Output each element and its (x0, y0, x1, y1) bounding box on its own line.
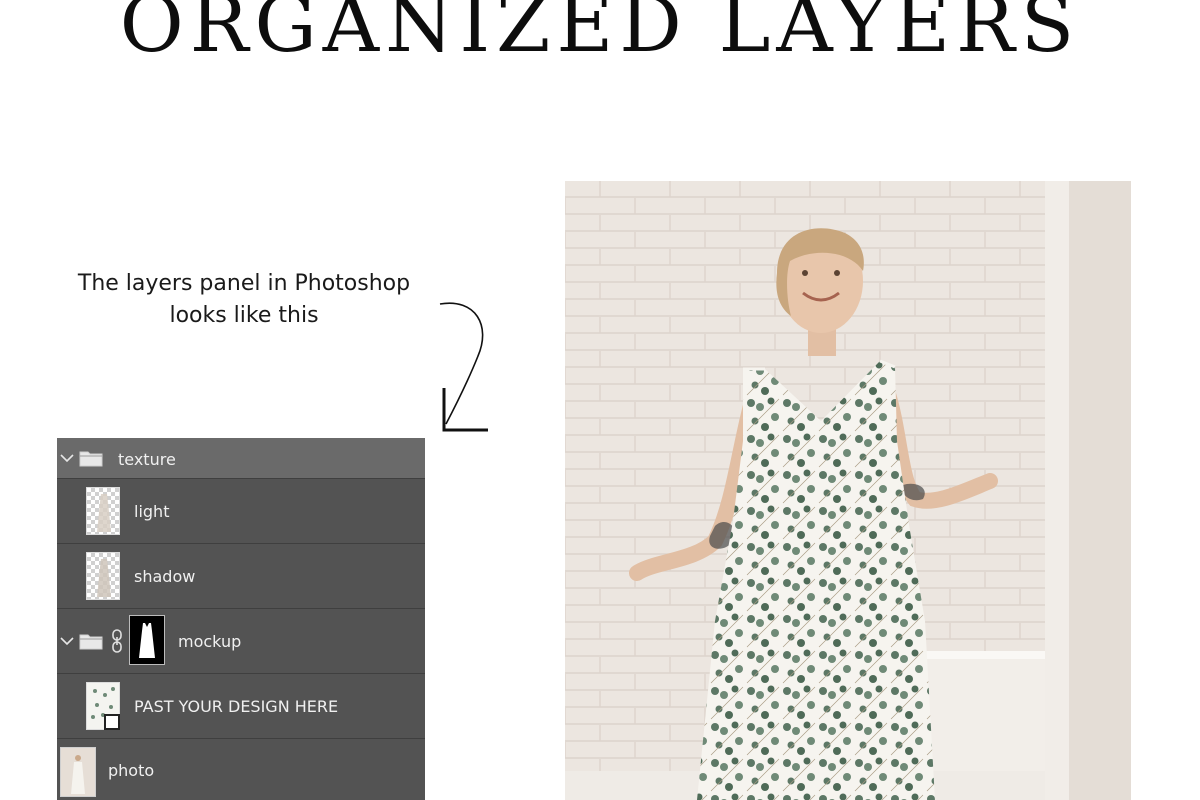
dress-thumbnail (86, 487, 120, 535)
layer-photo[interactable]: photo (57, 739, 425, 800)
mockup-photo (565, 181, 1131, 800)
layer-group-texture[interactable]: texture (57, 438, 425, 479)
layer-label: mockup (178, 632, 242, 651)
dress-thumbnail (86, 552, 120, 600)
page-title: ORGANIZED LAYERS (119, 0, 1081, 70)
layer-label: shadow (134, 567, 196, 586)
layer-label: photo (108, 761, 155, 780)
folder-icon (79, 634, 103, 650)
chevron-down-icon[interactable] (60, 453, 74, 463)
caption: The layers panel in Photoshop looks like… (44, 268, 444, 332)
curved-arrow-icon (439, 302, 488, 432)
link-icon[interactable] (110, 629, 124, 653)
layer-label: texture (118, 450, 176, 469)
layers-panel: texture light shadow mockup PAST YOUR DE… (57, 438, 425, 800)
model-photo-illustration (565, 181, 1131, 800)
photo-thumbnail (60, 747, 96, 797)
layer-shadow[interactable]: shadow (57, 544, 425, 609)
smart-object-icon (104, 714, 120, 730)
layer-smart-object[interactable]: PAST YOUR DESIGN HERE (57, 674, 425, 739)
layer-label: light (134, 502, 170, 521)
layer-label: PAST YOUR DESIGN HERE (134, 697, 339, 716)
caption-line-2: looks like this (169, 303, 319, 328)
layer-light[interactable]: light (57, 479, 425, 544)
layer-group-mockup[interactable]: mockup (57, 609, 425, 674)
folder-icon (79, 451, 103, 467)
chevron-down-icon[interactable] (60, 636, 74, 646)
caption-line-1: The layers panel in Photoshop (77, 271, 411, 296)
dress-mask-thumbnail[interactable] (129, 615, 165, 665)
